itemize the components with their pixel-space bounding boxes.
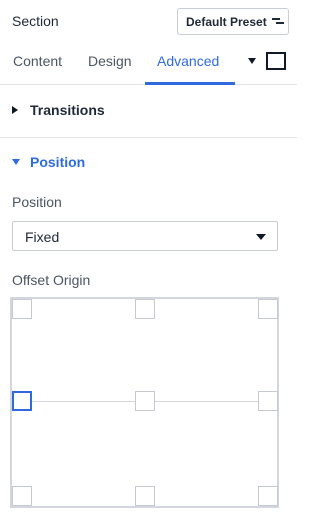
default-preset-button[interactable]: Default Preset — [177, 8, 289, 35]
origin-top-center[interactable] — [135, 299, 155, 319]
box-icon[interactable] — [266, 52, 286, 70]
caret-down-icon — [12, 159, 20, 165]
position-select[interactable]: Fixed — [12, 221, 278, 251]
origin-bottom-center[interactable] — [135, 486, 155, 506]
tab-design[interactable]: Design — [88, 53, 132, 69]
tab-advanced[interactable]: Advanced — [157, 53, 219, 69]
tab-content[interactable]: Content — [13, 53, 62, 69]
offset-origin-label: Offset Origin — [12, 272, 91, 288]
origin-bottom-right[interactable] — [258, 486, 278, 506]
origin-middle-right[interactable] — [258, 391, 278, 411]
origin-top-left[interactable] — [12, 299, 32, 319]
caret-down-icon[interactable] — [248, 58, 256, 64]
origin-top-right[interactable] — [258, 299, 278, 319]
origin-middle-left[interactable] — [12, 391, 32, 411]
caret-right-icon — [12, 106, 18, 114]
dropdown-caret-icon — [256, 234, 266, 240]
section-divider — [0, 137, 297, 138]
preset-button-label: Default Preset — [186, 14, 267, 29]
origin-middle-center[interactable] — [135, 391, 155, 411]
preset-options-icon — [271, 17, 284, 26]
position-select-value: Fixed — [25, 229, 60, 245]
position-accordion-header[interactable]: Position — [30, 154, 85, 170]
panel-title: Section — [12, 13, 59, 29]
offset-origin-grid — [10, 297, 279, 508]
position-field-label: Position — [12, 194, 62, 210]
transitions-label[interactable]: Transitions — [30, 102, 105, 118]
origin-bottom-left[interactable] — [12, 486, 32, 506]
